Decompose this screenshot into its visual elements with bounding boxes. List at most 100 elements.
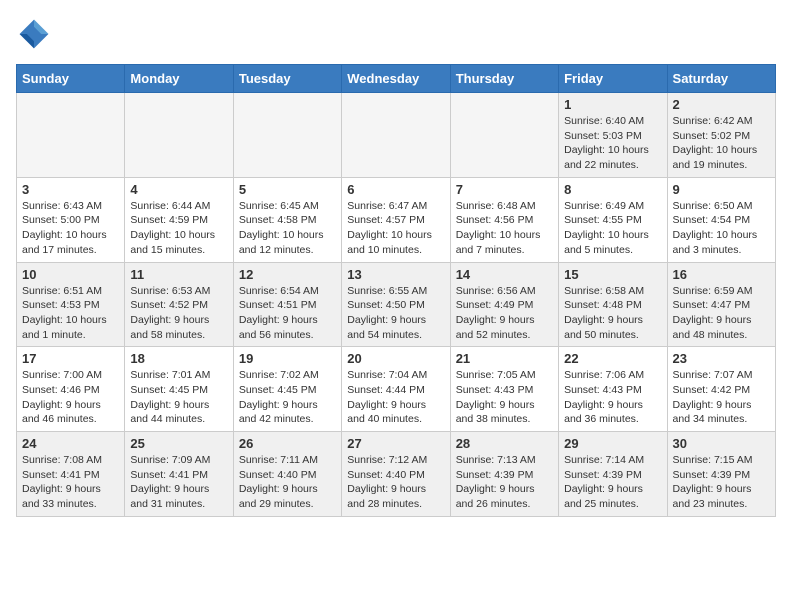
calendar-cell: 13Sunrise: 6:55 AM Sunset: 4:50 PM Dayli… [342,262,450,347]
day-info: Sunrise: 6:49 AM Sunset: 4:55 PM Dayligh… [564,199,661,258]
logo-icon [16,16,52,52]
calendar-cell: 30 Sunrise: 7:15 AM Sunset: 4:39 PM Dayli… [667,432,775,517]
day-info: Sunrise: 6:56 AM Sunset: 4:49 PM Dayligh… [456,284,553,343]
calendar-cell [450,93,558,178]
calendar-cell: 22 Sunrise: 7:06 AM Sunset: 4:43 PM Dayli… [559,347,667,432]
logo [16,16,58,52]
day-info: Sunrise: 7:06 AM Sunset: 4:43 PM Dayligh… [564,368,661,427]
day-info: Sunrise: 6:54 AM Sunset: 4:51 PM Dayligh… [239,284,336,343]
day-info: Sunrise: 6:51 AM Sunset: 4:53 PM Dayligh… [22,284,119,343]
day-number: 9 [673,182,770,197]
day-info: Sunrise: 6:45 AM Sunset: 4:58 PM Dayligh… [239,199,336,258]
day-number: 12 [239,267,336,282]
calendar-cell: 6 Sunrise: 6:47 AM Sunset: 4:57 PM Daylig… [342,177,450,262]
day-number: 22 [564,351,661,366]
day-number: 10 [22,267,119,282]
day-info: Sunrise: 6:50 AM Sunset: 4:54 PM Dayligh… [673,199,770,258]
day-number: 7 [456,182,553,197]
day-info: Sunrise: 7:13 AM Sunset: 4:39 PM Dayligh… [456,453,553,512]
calendar-cell [125,93,233,178]
day-number: 29 [564,436,661,451]
day-number: 16 [673,267,770,282]
day-info: Sunrise: 6:47 AM Sunset: 4:57 PM Dayligh… [347,199,444,258]
day-info: Sunrise: 6:44 AM Sunset: 4:59 PM Dayligh… [130,199,227,258]
day-number: 26 [239,436,336,451]
day-header-monday: Monday [125,65,233,93]
page-header [16,16,776,52]
day-info: Sunrise: 7:14 AM Sunset: 4:39 PM Dayligh… [564,453,661,512]
day-number: 23 [673,351,770,366]
day-info: Sunrise: 7:05 AM Sunset: 4:43 PM Dayligh… [456,368,553,427]
day-info: Sunrise: 7:01 AM Sunset: 4:45 PM Dayligh… [130,368,227,427]
calendar-week-row: 17 Sunrise: 7:00 AM Sunset: 4:46 PM Dayli… [17,347,776,432]
calendar-week-row: 1 Sunrise: 6:40 AM Sunset: 5:03 PM Daylig… [17,93,776,178]
day-number: 30 [673,436,770,451]
day-header-friday: Friday [559,65,667,93]
day-info: Sunrise: 7:04 AM Sunset: 4:44 PM Dayligh… [347,368,444,427]
calendar-cell: 5 Sunrise: 6:45 AM Sunset: 4:58 PM Daylig… [233,177,341,262]
calendar-cell: 8 Sunrise: 6:49 AM Sunset: 4:55 PM Daylig… [559,177,667,262]
day-number: 8 [564,182,661,197]
calendar-cell: 4 Sunrise: 6:44 AM Sunset: 4:59 PM Daylig… [125,177,233,262]
day-number: 25 [130,436,227,451]
day-number: 14 [456,267,553,282]
calendar-week-row: 24 Sunrise: 7:08 AM Sunset: 4:41 PM Dayli… [17,432,776,517]
calendar-cell: 10 Sunrise: 6:51 AM Sunset: 4:53 PM Dayli… [17,262,125,347]
calendar-cell [17,93,125,178]
calendar-cell: 16 Sunrise: 6:59 AM Sunset: 4:47 PM Dayli… [667,262,775,347]
day-header-tuesday: Tuesday [233,65,341,93]
day-number: 20 [347,351,444,366]
day-number: 24 [22,436,119,451]
day-info: Sunrise: 6:43 AM Sunset: 5:00 PM Dayligh… [22,199,119,258]
calendar-cell: 3 Sunrise: 6:43 AM Sunset: 5:00 PM Daylig… [17,177,125,262]
day-info: Sunrise: 6:48 AM Sunset: 4:56 PM Dayligh… [456,199,553,258]
day-info: Sunrise: 7:09 AM Sunset: 4:41 PM Dayligh… [130,453,227,512]
calendar-cell: 17 Sunrise: 7:00 AM Sunset: 4:46 PM Dayli… [17,347,125,432]
day-number: 1 [564,97,661,112]
day-info: Sunrise: 6:55 AM Sunset: 4:50 PM Dayligh… [347,284,444,343]
day-header-saturday: Saturday [667,65,775,93]
calendar-cell: 20 Sunrise: 7:04 AM Sunset: 4:44 PM Dayli… [342,347,450,432]
day-number: 5 [239,182,336,197]
calendar-cell: 9 Sunrise: 6:50 AM Sunset: 4:54 PM Daylig… [667,177,775,262]
calendar-cell: 29 Sunrise: 7:14 AM Sunset: 4:39 PM Dayli… [559,432,667,517]
day-number: 6 [347,182,444,197]
day-info: Sunrise: 7:00 AM Sunset: 4:46 PM Dayligh… [22,368,119,427]
calendar-cell: 23 Sunrise: 7:07 AM Sunset: 4:42 PM Dayli… [667,347,775,432]
day-number: 15 [564,267,661,282]
calendar-cell: 24 Sunrise: 7:08 AM Sunset: 4:41 PM Dayli… [17,432,125,517]
calendar-cell: 1 Sunrise: 6:40 AM Sunset: 5:03 PM Daylig… [559,93,667,178]
calendar-cell: 11 Sunrise: 6:53 AM Sunset: 4:52 PM Dayli… [125,262,233,347]
day-header-thursday: Thursday [450,65,558,93]
calendar-cell: 19 Sunrise: 7:02 AM Sunset: 4:45 PM Dayli… [233,347,341,432]
calendar-week-row: 10 Sunrise: 6:51 AM Sunset: 4:53 PM Dayli… [17,262,776,347]
day-number: 17 [22,351,119,366]
calendar-cell: 27Sunrise: 7:12 AM Sunset: 4:40 PM Dayli… [342,432,450,517]
day-info: Sunrise: 7:02 AM Sunset: 4:45 PM Dayligh… [239,368,336,427]
calendar-cell: 12 Sunrise: 6:54 AM Sunset: 4:51 PM Dayli… [233,262,341,347]
day-info: Sunrise: 7:08 AM Sunset: 4:41 PM Dayligh… [22,453,119,512]
day-info: Sunrise: 6:40 AM Sunset: 5:03 PM Dayligh… [564,114,661,173]
day-info: Sunrise: 6:59 AM Sunset: 4:47 PM Dayligh… [673,284,770,343]
day-info: Sunrise: 7:11 AM Sunset: 4:40 PM Dayligh… [239,453,336,512]
calendar-cell: 21 Sunrise: 7:05 AM Sunset: 4:43 PM Dayli… [450,347,558,432]
day-number: 4 [130,182,227,197]
day-number: 3 [22,182,119,197]
day-info: Sunrise: 6:53 AM Sunset: 4:52 PM Dayligh… [130,284,227,343]
day-info: Sunrise: 7:15 AM Sunset: 4:39 PM Dayligh… [673,453,770,512]
day-info: Sunrise: 7:07 AM Sunset: 4:42 PM Dayligh… [673,368,770,427]
calendar-cell: 15Sunrise: 6:58 AM Sunset: 4:48 PM Dayli… [559,262,667,347]
day-number: 21 [456,351,553,366]
calendar-cell: 7 Sunrise: 6:48 AM Sunset: 4:56 PM Daylig… [450,177,558,262]
day-header-sunday: Sunday [17,65,125,93]
calendar-cell: 2Sunrise: 6:42 AM Sunset: 5:02 PM Daylig… [667,93,775,178]
day-number: 28 [456,436,553,451]
day-header-wednesday: Wednesday [342,65,450,93]
calendar-cell [233,93,341,178]
calendar-cell: 28 Sunrise: 7:13 AM Sunset: 4:39 PM Dayli… [450,432,558,517]
calendar-cell: 18Sunrise: 7:01 AM Sunset: 4:45 PM Dayli… [125,347,233,432]
day-info: Sunrise: 6:42 AM Sunset: 5:02 PM Dayligh… [673,114,770,173]
calendar-cell: 26 Sunrise: 7:11 AM Sunset: 4:40 PM Dayli… [233,432,341,517]
day-number: 11 [130,267,227,282]
day-number: 19 [239,351,336,366]
